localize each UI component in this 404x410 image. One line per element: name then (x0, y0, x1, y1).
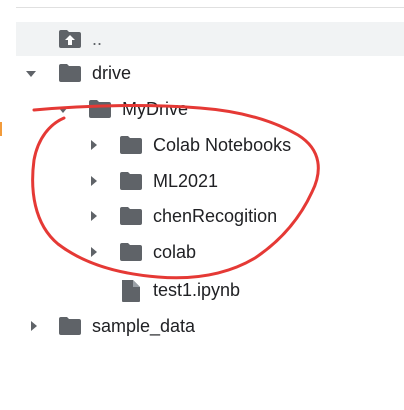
tree-item-label: Colab Notebooks (153, 135, 292, 155)
tree-row-colab[interactable]: colab (0, 235, 404, 269)
caret-right-icon[interactable] (91, 247, 97, 257)
caret-down-icon[interactable] (26, 71, 36, 77)
file-browser-panel: .. drive MyDrive Colab Notebooks ML2021 (0, 0, 404, 410)
tree-item-label: test1.ipynb (153, 280, 241, 300)
folder-icon (120, 136, 142, 154)
caret-right-icon[interactable] (91, 140, 97, 150)
folder-up-icon (59, 30, 81, 48)
caret-right-icon[interactable] (91, 211, 97, 221)
folder-icon (120, 172, 142, 190)
tree-item-label: chenRecogition (153, 206, 278, 226)
tree-item-label: ML2021 (153, 171, 219, 191)
tree-row-ml2021[interactable]: ML2021 (0, 164, 404, 198)
tree-row-drive[interactable]: drive (0, 56, 404, 90)
tree-item-label: colab (153, 242, 197, 262)
tree-row-parent[interactable]: .. (16, 22, 404, 56)
parent-directory-label: .. (92, 29, 103, 49)
tree-row-mydrive[interactable]: MyDrive (0, 92, 404, 126)
folder-icon (120, 207, 142, 225)
folder-icon (89, 100, 111, 118)
tree-item-label: sample_data (92, 316, 196, 336)
folder-icon (59, 64, 81, 82)
caret-right-icon[interactable] (31, 321, 37, 331)
tree-item-label: MyDrive (122, 99, 188, 119)
file-icon (122, 280, 140, 302)
caret-down-icon[interactable] (58, 107, 68, 113)
tree-row-chenrecogition[interactable]: chenRecogition (0, 199, 404, 233)
folder-icon (120, 243, 142, 261)
tree-row-test1-ipynb[interactable]: test1.ipynb (0, 273, 404, 307)
tree-row-colab-notebooks[interactable]: Colab Notebooks (0, 128, 404, 162)
tree-row-sample-data[interactable]: sample_data (0, 309, 404, 343)
caret-right-icon[interactable] (91, 176, 97, 186)
top-divider (16, 7, 404, 8)
folder-icon (59, 317, 81, 335)
tree-item-label: drive (92, 63, 132, 83)
